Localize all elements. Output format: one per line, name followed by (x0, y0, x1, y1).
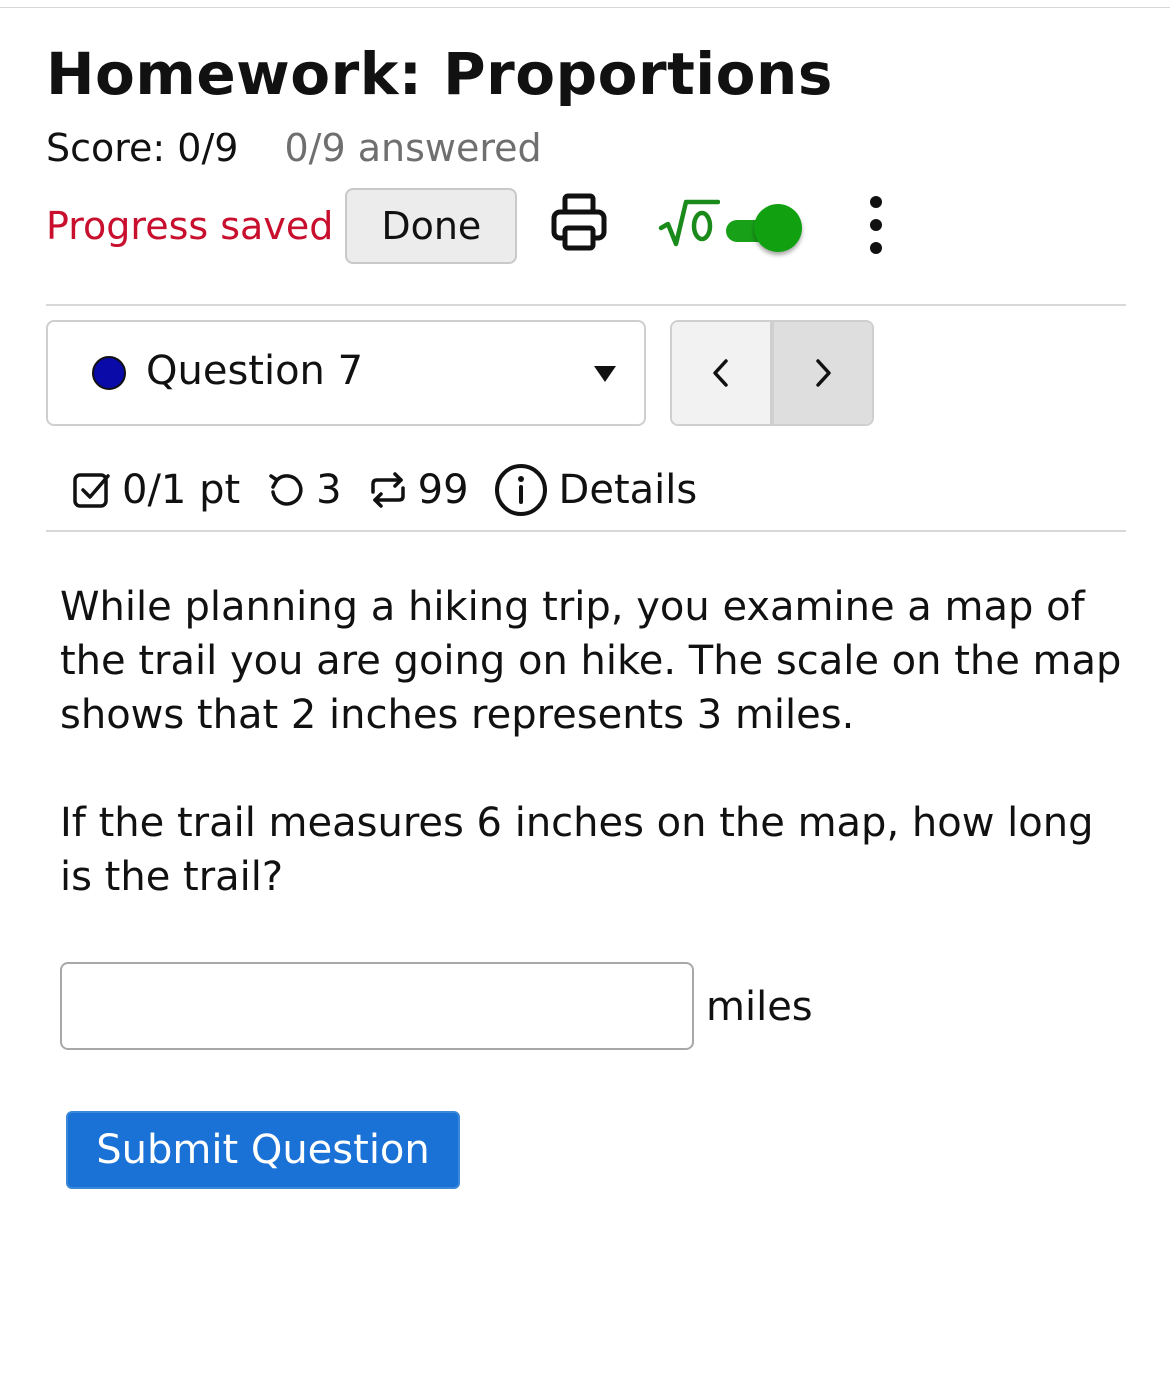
details-label: Details (558, 467, 698, 513)
points-text: 0/1 pt (122, 467, 241, 513)
details-toggle[interactable]: Details (493, 462, 698, 518)
question-body: While planning a hiking trip, you examin… (60, 580, 1130, 904)
done-button[interactable]: Done (345, 188, 518, 264)
chevron-right-icon (816, 359, 831, 387)
divider (46, 304, 1126, 306)
question-prompt: If the trail measures 6 inches on the ma… (60, 800, 1094, 900)
retries-count: 3 (316, 467, 342, 513)
divider (46, 530, 1126, 532)
math-sqrt-icon[interactable] (658, 196, 721, 250)
question-select-label: Question 7 (146, 348, 364, 394)
score-row: Score: 0/9 0/9 answered (46, 126, 542, 170)
progress-status: Progress saved (46, 204, 334, 248)
question-text: While planning a hiking trip, you examin… (60, 584, 1122, 738)
question-status-dot (92, 356, 126, 390)
answered-count: 0/9 answered (284, 126, 542, 170)
answer-input[interactable] (60, 962, 694, 1050)
retry-icon (269, 474, 303, 506)
top-border (0, 7, 1170, 8)
page-title: Homework: Proportions (46, 40, 833, 108)
score-text: Score: 0/9 (46, 126, 239, 170)
info-icon (494, 464, 547, 516)
math-input-toggle[interactable] (724, 200, 810, 256)
print-icon[interactable] (550, 192, 608, 252)
next-question-button[interactable] (774, 322, 872, 424)
action-bar: Progress saved Done (46, 188, 518, 264)
toggle-knob (754, 204, 802, 252)
answer-unit: miles (706, 984, 813, 1030)
attempts-repeat-icon (370, 472, 405, 508)
attempts-count: 99 (417, 467, 469, 513)
chevron-left-icon (713, 359, 728, 387)
question-pager (670, 320, 874, 426)
caret-down-icon (594, 366, 616, 382)
submit-question-button[interactable]: Submit Question (66, 1111, 460, 1189)
previous-question-button[interactable] (672, 322, 774, 424)
checkbox-check-icon (73, 473, 110, 508)
question-meta: 0/1 pt 3 99 Details (72, 458, 697, 522)
more-vertical-icon[interactable] (866, 196, 886, 254)
question-select[interactable]: Question 7 (46, 320, 646, 426)
